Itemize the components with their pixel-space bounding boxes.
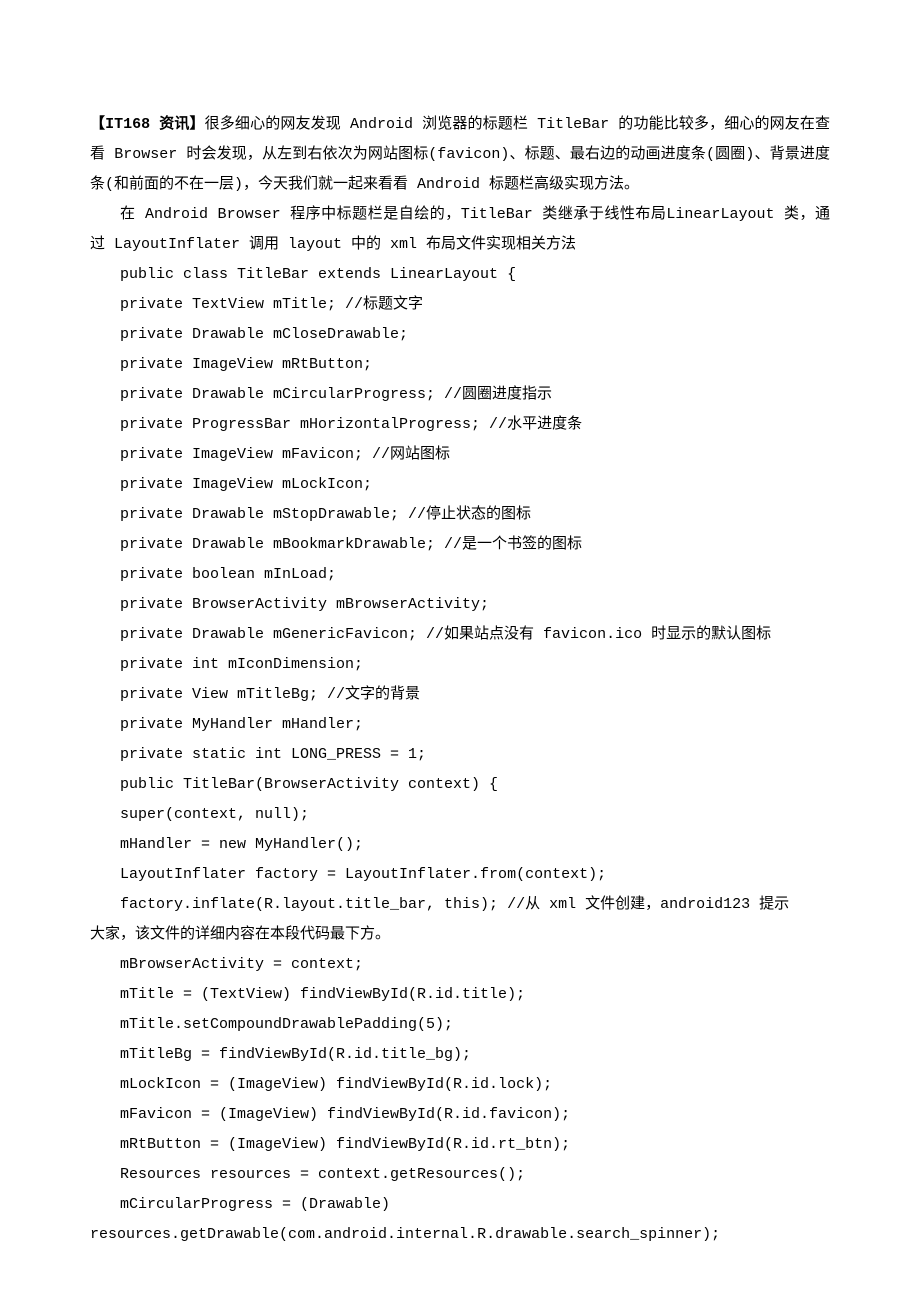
code-line: mBrowserActivity = context; — [90, 950, 830, 980]
code-line: LayoutInflater factory = LayoutInflater.… — [90, 860, 830, 890]
code-line: private boolean mInLoad; — [90, 560, 830, 590]
code-line: private ProgressBar mHorizontalProgress;… — [90, 410, 830, 440]
code-line: public TitleBar(BrowserActivity context)… — [90, 770, 830, 800]
code-line: private Drawable mCircularProgress; //圆圈… — [90, 380, 830, 410]
code-line: private Drawable mStopDrawable; //停止状态的图… — [90, 500, 830, 530]
code-line-wrap: resources.getDrawable(com.android.intern… — [90, 1220, 830, 1250]
code-line: private static int LONG_PRESS = 1; — [90, 740, 830, 770]
code-line: private MyHandler mHandler; — [90, 710, 830, 740]
code-line: mTitle = (TextView) findViewById(R.id.ti… — [90, 980, 830, 1010]
code-line: mTitle.setCompoundDrawablePadding(5); — [90, 1010, 830, 1040]
code-line: private ImageView mRtButton; — [90, 350, 830, 380]
code-line: private ImageView mLockIcon; — [90, 470, 830, 500]
code-line: Resources resources = context.getResourc… — [90, 1160, 830, 1190]
code-line: private Drawable mCloseDrawable; — [90, 320, 830, 350]
intro-paragraph-1: 【IT168 资讯】很多细心的网友发现 Android 浏览器的标题栏 Titl… — [90, 110, 830, 200]
code-line: mFavicon = (ImageView) findViewById(R.id… — [90, 1100, 830, 1130]
code-line: factory.inflate(R.layout.title_bar, this… — [90, 890, 830, 920]
code-line: private TextView mTitle; //标题文字 — [90, 290, 830, 320]
code-line: super(context, null); — [90, 800, 830, 830]
code-line: private int mIconDimension; — [90, 650, 830, 680]
code-line: mRtButton = (ImageView) findViewById(R.i… — [90, 1130, 830, 1160]
code-line: private ImageView mFavicon; //网站图标 — [90, 440, 830, 470]
intro-paragraph-2: 在 Android Browser 程序中标题栏是自绘的，TitleBar 类继… — [90, 200, 830, 260]
code-line: mHandler = new MyHandler(); — [90, 830, 830, 860]
code-line: public class TitleBar extends LinearLayo… — [90, 260, 830, 290]
code-line: private Drawable mBookmarkDrawable; //是一… — [90, 530, 830, 560]
code-line: mCircularProgress = (Drawable) — [90, 1190, 830, 1220]
it168-tag: 【IT168 资讯】 — [90, 116, 205, 133]
code-line: private BrowserActivity mBrowserActivity… — [90, 590, 830, 620]
intro-text-2: 在 Android Browser 程序中标题栏是自绘的，TitleBar 类继… — [90, 206, 830, 253]
code-line-wrap: 大家，该文件的详细内容在本段代码最下方。 — [90, 920, 830, 950]
code-line: mTitleBg = findViewById(R.id.title_bg); — [90, 1040, 830, 1070]
code-line: mLockIcon = (ImageView) findViewById(R.i… — [90, 1070, 830, 1100]
code-line: private Drawable mGenericFavicon; //如果站点… — [90, 620, 830, 650]
code-line: private View mTitleBg; //文字的背景 — [90, 680, 830, 710]
